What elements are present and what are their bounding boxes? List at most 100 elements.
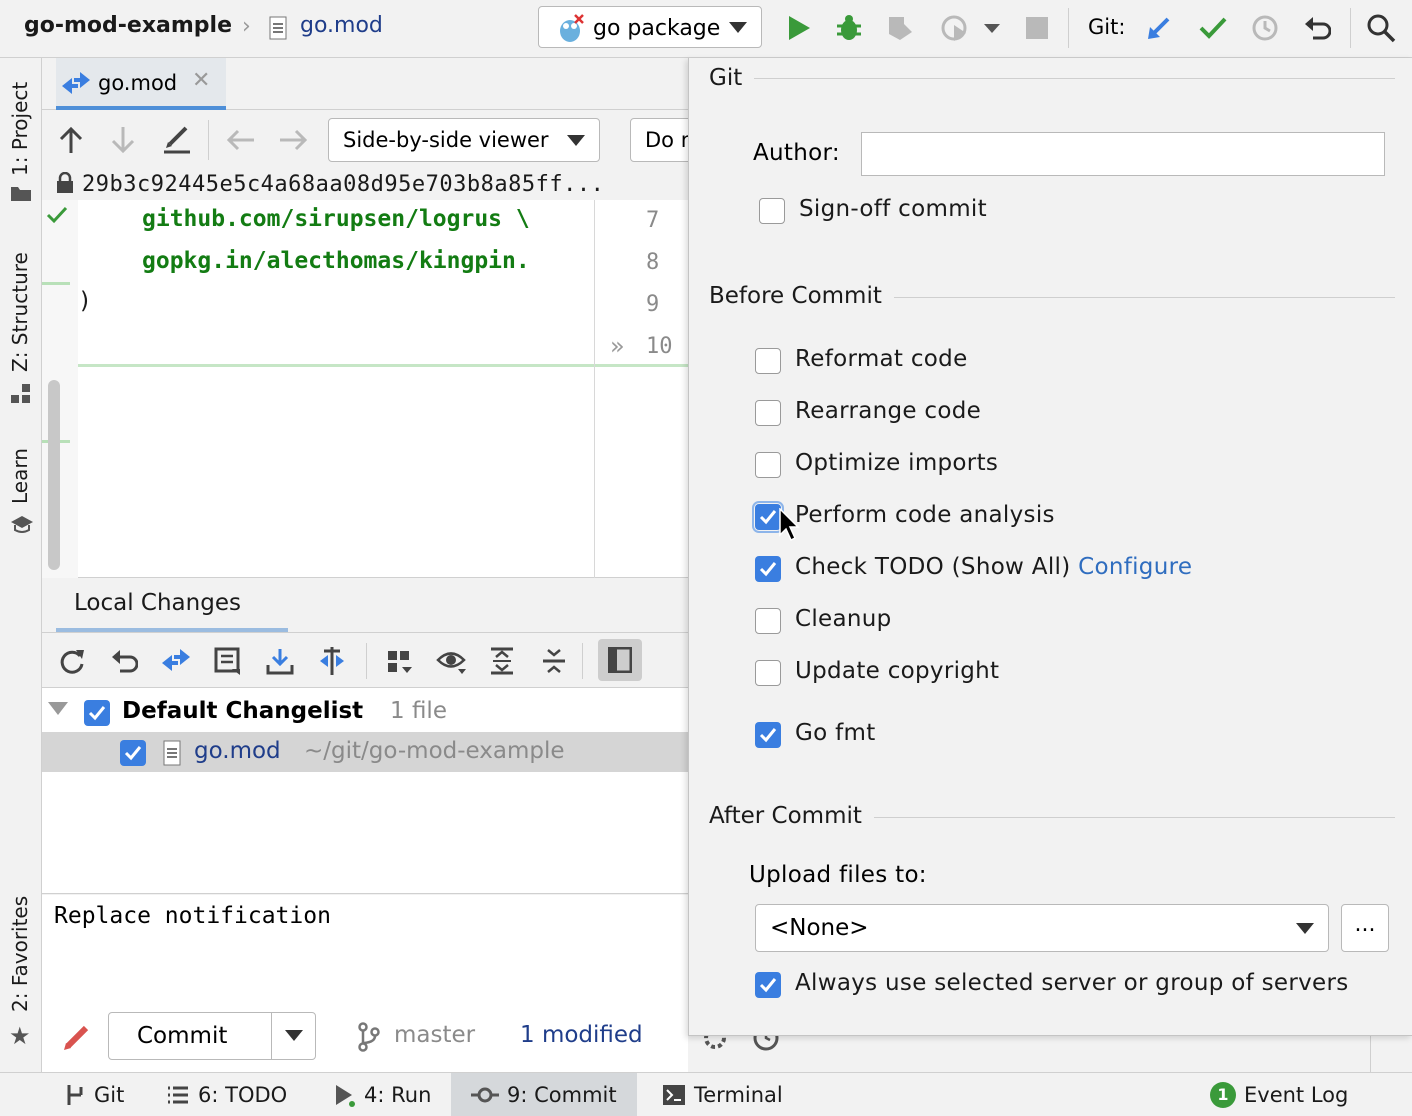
code-line-9: ): [78, 288, 92, 314]
optimize-imports-checkbox[interactable]: [755, 452, 781, 478]
upload-server-value: <None>: [770, 915, 869, 941]
gopher-icon: [555, 13, 585, 43]
changelist-count: 1 file: [390, 698, 447, 724]
go-fmt-checkbox[interactable]: [755, 722, 781, 748]
tab-local-changes[interactable]: Local Changes: [56, 586, 288, 632]
stop-icon[interactable]: [1020, 11, 1054, 45]
tool-tab-learn[interactable]: Learn: [8, 448, 32, 504]
reformat-code-label: Reformat code: [795, 346, 968, 372]
edit-pencil-icon[interactable]: [62, 1022, 92, 1052]
breadcrumb-project[interactable]: go-mod-example: [24, 13, 232, 38]
file-checkbox[interactable]: [120, 740, 146, 766]
toolbar-divider: [1068, 8, 1069, 48]
bottom-tab-terminal-label: Terminal: [694, 1083, 783, 1107]
top-toolbar: go-mod-example › go.mod go package Git:: [0, 0, 1412, 58]
viewer-mode-select[interactable]: Side-by-side viewer: [328, 118, 600, 162]
expand-arrow-icon[interactable]: [48, 702, 68, 716]
bottom-tab-run[interactable]: 4: Run: [328, 1073, 437, 1116]
editor-tab-go-mod[interactable]: go.mod ✕: [56, 58, 226, 110]
cleanup-checkbox[interactable]: [755, 608, 781, 634]
bottom-tab-event-log-label: Event Log: [1244, 1083, 1349, 1107]
debug-icon[interactable]: [832, 11, 866, 45]
upload-server-select[interactable]: <None>: [755, 904, 1329, 952]
browse-servers-button[interactable]: ...: [1341, 904, 1389, 952]
collapse-all-icon[interactable]: [540, 647, 568, 675]
commit-button-label: Commit: [137, 1023, 228, 1049]
diff-code-area[interactable]: github.com/sirupsen/logrus \ gopkg.in/al…: [42, 200, 688, 578]
shelve-icon[interactable]: [266, 647, 294, 675]
rollback-icon[interactable]: [1300, 11, 1334, 45]
changes-tree[interactable]: Default Changelist 1 file go.mod ~/git/g…: [42, 688, 688, 894]
update-copyright-checkbox[interactable]: [755, 660, 781, 686]
apply-change-icon[interactable]: »: [610, 332, 625, 360]
reformat-code-checkbox[interactable]: [755, 348, 781, 374]
vertical-scrollbar[interactable]: [48, 380, 60, 570]
group-by-module-icon[interactable]: [386, 649, 414, 675]
refresh-icon[interactable]: [58, 647, 86, 675]
diff-icon: [60, 70, 92, 98]
signoff-checkbox[interactable]: [759, 198, 785, 224]
chevron-down-icon[interactable]: [285, 1030, 303, 1042]
chevron-down-icon: [1296, 923, 1314, 935]
always-use-server-checkbox[interactable]: [755, 972, 781, 998]
coverage-icon[interactable]: [884, 11, 918, 45]
run-configuration-label: go package: [593, 16, 721, 41]
bottom-tab-event-log[interactable]: 1 Event Log: [1204, 1073, 1354, 1116]
run-icon[interactable]: [782, 11, 816, 45]
commit-button[interactable]: Commit: [108, 1012, 316, 1060]
expand-all-icon[interactable]: [488, 647, 516, 675]
more-run-chevron-icon[interactable]: [984, 24, 1000, 34]
bottom-tab-git[interactable]: Git: [58, 1073, 130, 1116]
show-diff-icon[interactable]: [160, 645, 192, 675]
run-configuration-select[interactable]: go package: [538, 6, 762, 48]
configure-link[interactable]: Configure: [1078, 554, 1192, 580]
commit-check-icon[interactable]: [1196, 11, 1230, 45]
code-line-8: gopkg.in/alecthomas/kingpin.: [142, 248, 530, 274]
split-divider: [271, 1013, 272, 1059]
tool-window-bar: Git 6: TODO 4: Run 9: Commit Terminal 1 …: [0, 1072, 1412, 1116]
bottom-tab-todo-label: 6: TODO: [198, 1083, 288, 1107]
close-icon[interactable]: ✕: [192, 68, 210, 93]
line-number: 9: [646, 292, 660, 317]
branch-name[interactable]: master: [394, 1022, 475, 1048]
rearrange-code-checkbox[interactable]: [755, 400, 781, 426]
previous-difference-icon[interactable]: [58, 126, 84, 154]
next-difference-icon[interactable]: [110, 126, 136, 154]
search-icon[interactable]: [1364, 11, 1398, 45]
tool-tab-structure[interactable]: Z: Structure: [8, 252, 32, 372]
lock-icon: [56, 172, 74, 194]
bottom-tab-terminal[interactable]: Terminal: [656, 1073, 789, 1116]
update-project-icon[interactable]: [1142, 11, 1176, 45]
profiler-icon[interactable]: [938, 11, 972, 45]
back-arrow-icon[interactable]: [226, 128, 256, 152]
terminal-icon: [663, 1085, 685, 1105]
bottom-tab-todo[interactable]: 6: TODO: [160, 1073, 293, 1116]
code-analysis-checkbox[interactable]: [752, 501, 784, 533]
rollback-icon[interactable]: [110, 647, 138, 675]
modified-count[interactable]: 1 modified: [520, 1022, 643, 1048]
chevron-down-icon: [729, 22, 747, 34]
edit-source-icon[interactable]: [162, 124, 192, 154]
bottom-tab-commit[interactable]: 9: Commit: [451, 1073, 637, 1116]
author-input[interactable]: [861, 132, 1385, 176]
changelist-icon[interactable]: [214, 647, 242, 675]
tool-tab-project[interactable]: 1: Project: [8, 82, 32, 176]
line-number: 8: [646, 250, 660, 275]
group-by-icon[interactable]: [316, 645, 348, 677]
toggle-preview-button[interactable]: [598, 639, 642, 681]
changelist-checkbox[interactable]: [84, 700, 110, 726]
signoff-label: Sign-off commit: [799, 196, 987, 222]
forward-arrow-icon[interactable]: [278, 128, 308, 152]
check-todo-checkbox[interactable]: [755, 556, 781, 582]
eye-icon[interactable]: [436, 649, 468, 675]
tool-tab-favorites[interactable]: 2: Favorites: [8, 896, 32, 1012]
bottom-tab-run-label: 4: Run: [364, 1083, 432, 1107]
line-number: 7: [646, 208, 660, 233]
section-after-commit-title: After Commit: [709, 803, 874, 829]
preview-pane-icon: [608, 647, 632, 673]
list-icon: [168, 1086, 188, 1104]
breadcrumb-file[interactable]: go.mod: [300, 13, 383, 38]
commit-options-popup: Git Author: Sign-off commit Before Commi…: [688, 58, 1412, 1036]
commit-message-text[interactable]: Replace notification: [54, 903, 331, 929]
history-icon[interactable]: [1248, 11, 1282, 45]
